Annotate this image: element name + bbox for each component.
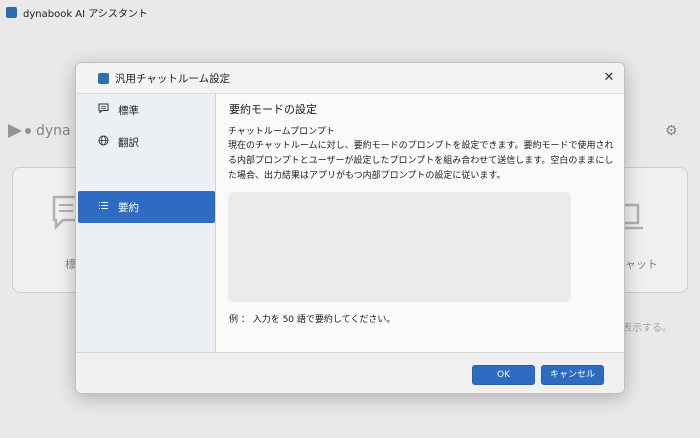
sidebar-item-label: 翻訳: [118, 136, 139, 149]
sidebar-item-translate[interactable]: 翻訳: [78, 126, 215, 158]
dialog-title: 汎用チャットルーム設定: [115, 72, 231, 85]
close-icon[interactable]: ✕: [602, 71, 616, 85]
chat-icon: [96, 103, 110, 117]
globe-icon: [96, 135, 110, 149]
prompt-section-label: チャットルームプロンプト: [228, 127, 335, 137]
page-title: 要約モードの設定: [229, 103, 317, 116]
ok-button[interactable]: OK: [472, 365, 535, 385]
sidebar-item-summary[interactable]: 要約: [78, 191, 215, 223]
settings-sidebar: 標準 翻訳 要約: [76, 94, 216, 352]
sidebar-item-standard[interactable]: 標準: [78, 94, 215, 126]
dialog-titlebar: 汎用チャットルーム設定 ✕: [76, 63, 624, 94]
prompt-example: 例 ： 入力を 50 語で要約してください。: [229, 315, 396, 325]
settings-content: 要約モードの設定 チャットルームプロンプト 現在のチャットルームに対し、要約モー…: [217, 94, 624, 352]
prompt-input[interactable]: [228, 192, 571, 302]
sidebar-item-label: 要約: [118, 201, 139, 214]
settings-dialog: 汎用チャットルーム設定 ✕ 標準 翻訳 要約 要約モードの設定 チャットルームプ…: [75, 62, 625, 394]
dialog-footer: OK キャンセル: [76, 352, 624, 393]
cancel-button[interactable]: キャンセル: [541, 365, 604, 385]
dialog-app-icon: [98, 72, 109, 84]
sidebar-item-label: 標準: [118, 104, 139, 117]
list-icon: [96, 200, 110, 214]
prompt-description: 現在のチャットルームに対し、要約モードのプロンプトを設定できます。要約モードで使…: [228, 141, 614, 181]
